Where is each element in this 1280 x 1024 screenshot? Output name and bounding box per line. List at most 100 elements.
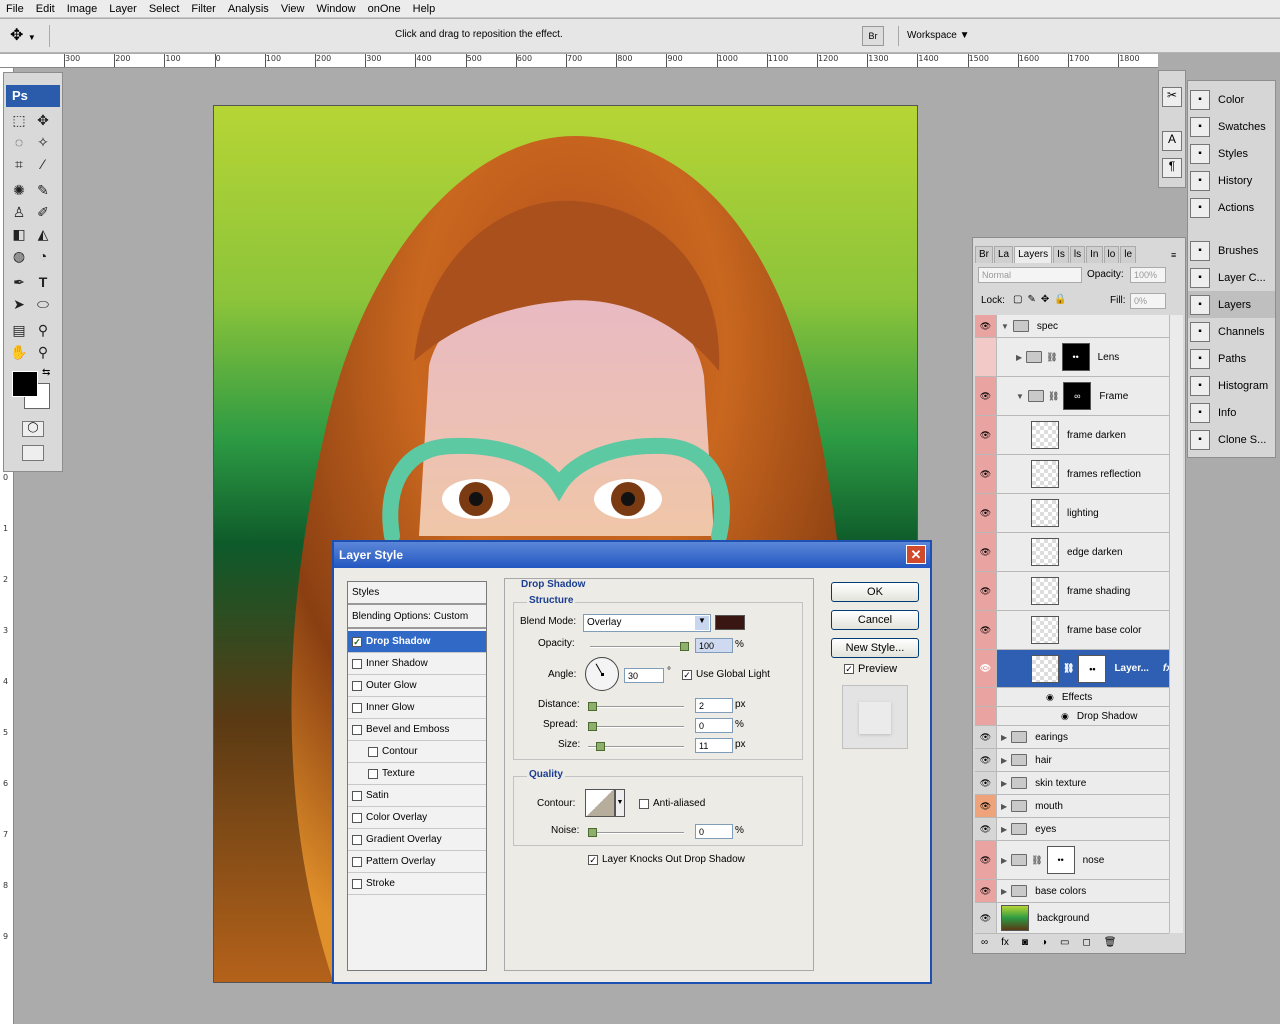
menu-layer[interactable]: Layer — [103, 3, 143, 15]
visibility-eye-icon[interactable]: 👁 — [975, 818, 997, 840]
opacity-input[interactable]: 100 — [695, 638, 733, 653]
menu-filter[interactable]: Filter — [185, 3, 221, 15]
layer-thumbnail[interactable] — [1031, 577, 1059, 605]
dodge-tool-icon[interactable]: ◔ — [32, 246, 54, 266]
blend-mode-select[interactable]: Overlay ▼ — [583, 614, 711, 632]
visibility-eye-icon[interactable]: 👁 — [975, 650, 997, 687]
spread-slider[interactable] — [588, 722, 684, 731]
contour-picker[interactable] — [585, 789, 615, 817]
panel-button-swatches[interactable]: ▪ Swatches — [1188, 113, 1275, 140]
panel-menu-icon[interactable]: ≡ — [1171, 250, 1176, 260]
visibility-eye-icon[interactable]: 👁 — [975, 726, 997, 748]
visibility-eye-icon[interactable]: 👁 — [975, 841, 997, 879]
layer-fill-input[interactable]: 0% — [1130, 293, 1166, 309]
history-brush-icon[interactable]: ✐ — [32, 202, 54, 222]
crop-tool-icon[interactable]: ⌗ — [8, 154, 30, 174]
checkbox[interactable] — [352, 680, 362, 691]
panel-button-layer-c-[interactable]: ▪ Layer C... — [1188, 264, 1275, 291]
layer-row[interactable]: ◉ Effects — [975, 688, 1169, 707]
ok-button[interactable]: OK — [831, 582, 919, 602]
style-item-satin[interactable]: Satin — [348, 785, 486, 807]
panel-tab[interactable]: lo — [1103, 246, 1120, 263]
visibility-eye-icon[interactable]: 👁 — [975, 749, 997, 771]
checkbox[interactable] — [352, 790, 362, 801]
visibility-eye-icon[interactable]: 👁 — [975, 903, 997, 933]
panel-tab[interactable]: ls — [1069, 246, 1086, 263]
swap-colors-icon[interactable]: ⇆ — [42, 367, 50, 378]
layer-opacity-input[interactable]: 100% — [1130, 267, 1166, 283]
visibility-eye-icon[interactable]: 👁 — [975, 494, 997, 532]
layer-row[interactable]: 👁 frame darken — [975, 416, 1169, 455]
visibility-eye-icon[interactable]: 👁 — [975, 880, 997, 902]
style-item-outer-glow[interactable]: Outer Glow — [348, 675, 486, 697]
style-item-pattern-overlay[interactable]: Pattern Overlay — [348, 851, 486, 873]
angle-dial[interactable] — [585, 657, 619, 691]
layer-row[interactable]: 👁 background — [975, 903, 1169, 934]
slider-thumb[interactable] — [680, 642, 689, 651]
adjustment-layer-icon[interactable]: ◑ — [1041, 937, 1047, 950]
visibility-eye-icon[interactable]: 👁 — [975, 572, 997, 610]
visibility-eye-icon[interactable]: 👁 — [975, 377, 997, 415]
layer-thumbnail[interactable] — [1031, 654, 1059, 683]
eyedropper-icon[interactable]: ⚲ — [32, 320, 54, 340]
magic-wand-icon[interactable]: ✧ — [32, 132, 54, 152]
panel-button-styles[interactable]: ▪ Styles — [1188, 140, 1275, 167]
noise-slider[interactable] — [588, 828, 684, 837]
panel-tab[interactable]: Layers — [1014, 246, 1053, 263]
fx-icon[interactable]: fx — [1001, 937, 1009, 950]
distance-input[interactable]: 2 — [695, 698, 733, 713]
panel-button-layers[interactable]: ▪ Layers — [1188, 291, 1275, 318]
workspace-menu[interactable]: Workspace ▼ — [898, 26, 978, 46]
layer-thumbnail[interactable] — [1031, 499, 1059, 527]
checkbox[interactable] — [352, 856, 362, 867]
checkbox[interactable] — [368, 746, 378, 757]
style-item-inner-shadow[interactable]: Inner Shadow — [348, 653, 486, 675]
panel-button-clone-s-[interactable]: ▪ Clone S... — [1188, 426, 1275, 453]
knockout-checkbox[interactable]: ✓ Layer Knocks Out Drop Shadow — [588, 854, 745, 865]
new-layer-icon[interactable]: ◻ — [1082, 937, 1090, 950]
slider-thumb[interactable] — [588, 702, 597, 711]
new-style-button[interactable]: New Style... — [831, 638, 919, 658]
layer-mask-thumbnail[interactable]: •• — [1061, 343, 1090, 371]
slider-thumb[interactable] — [588, 828, 597, 837]
style-item-drop-shadow[interactable]: ✓ Drop Shadow — [348, 631, 486, 653]
layer-thumbnail[interactable] — [1031, 538, 1059, 566]
menu-edit[interactable]: Edit — [30, 3, 61, 15]
visibility-eye-icon[interactable] — [975, 688, 997, 706]
delete-layer-icon[interactable]: 🗑 — [1104, 937, 1117, 950]
chevron-right-icon[interactable]: ▶ — [1001, 825, 1007, 834]
panel-tab[interactable]: Br — [975, 246, 993, 263]
tool-presets-icon[interactable]: ✂ — [1162, 87, 1182, 107]
size-input[interactable]: 11 — [695, 738, 733, 753]
visibility-eye-icon[interactable]: 👁 — [975, 455, 997, 493]
style-item-bevel-and-emboss[interactable]: Bevel and Emboss — [348, 719, 486, 741]
checkbox[interactable] — [368, 768, 378, 779]
layer-thumbnail[interactable] — [1031, 421, 1059, 449]
visibility-eye-icon[interactable]: 👁 — [975, 611, 997, 649]
lock-icons[interactable]: ▢✎✥🔒 — [1013, 294, 1072, 305]
angle-input[interactable]: 30 — [624, 668, 664, 683]
visibility-eye-icon[interactable]: 👁 — [975, 416, 997, 454]
checkbox[interactable] — [352, 878, 362, 889]
checkbox[interactable] — [352, 724, 362, 735]
paint-bucket-icon[interactable]: ◭ — [32, 224, 54, 244]
style-item-texture[interactable]: Texture — [348, 763, 486, 785]
bridge-icon[interactable]: Br — [862, 26, 884, 46]
panel-button-channels[interactable]: ▪ Channels — [1188, 318, 1275, 345]
panel-tab[interactable]: La — [994, 246, 1014, 263]
panel-button-info[interactable]: ▪ Info — [1188, 399, 1275, 426]
opacity-slider[interactable] — [590, 642, 689, 651]
layer-row[interactable]: 👁 lighting — [975, 494, 1169, 533]
screen-mode-icon[interactable] — [22, 445, 44, 461]
effect-eye-icon[interactable]: ◉ — [1046, 692, 1054, 703]
layer-thumbnail[interactable] — [1031, 616, 1059, 644]
menu-select[interactable]: Select — [143, 3, 186, 15]
style-item-inner-glow[interactable]: Inner Glow — [348, 697, 486, 719]
checkbox[interactable] — [352, 834, 362, 845]
notes-tool-icon[interactable]: ▤ — [8, 320, 30, 340]
layer-row[interactable]: 👁 ▶ base colors — [975, 880, 1169, 903]
distance-slider[interactable] — [588, 702, 684, 711]
eraser-tool-icon[interactable]: ◧ — [8, 224, 30, 244]
noise-input[interactable]: 0 — [695, 824, 733, 839]
layer-thumbnail[interactable] — [1031, 460, 1059, 488]
